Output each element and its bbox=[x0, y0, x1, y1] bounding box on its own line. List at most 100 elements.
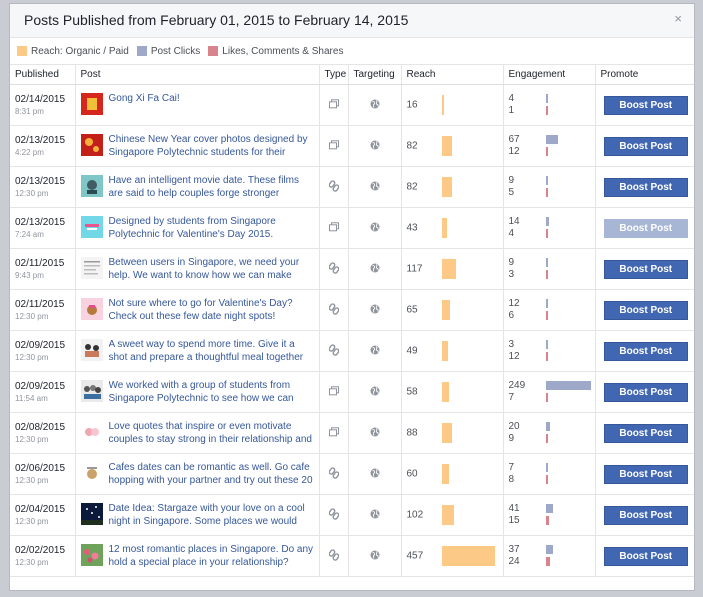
table-header-row: Published Post Type Targeting Reach Enga… bbox=[10, 65, 694, 85]
post-clicks-value: 4 bbox=[508, 93, 515, 104]
post-thumbnail[interactable] bbox=[80, 134, 103, 156]
boost-post-button[interactable]: Boost Post bbox=[603, 546, 688, 566]
boost-post-button[interactable]: Boost Post bbox=[603, 177, 688, 197]
post-text-link[interactable]: A sweet way to spend more time. Give it … bbox=[109, 338, 314, 364]
post-clicks-value: 41 bbox=[508, 503, 520, 514]
legend-item: Reach: Organic / Paid bbox=[17, 46, 129, 57]
published-cell: 02/04/2015 12:30 pm bbox=[10, 494, 76, 536]
publish-date: 02/11/2015 bbox=[15, 258, 65, 269]
close-icon[interactable]: × bbox=[674, 12, 682, 26]
post-clicks-bar bbox=[545, 135, 558, 144]
reach-cell: 457 bbox=[401, 535, 504, 577]
targeting-cell bbox=[348, 248, 402, 290]
post-thumbnail[interactable] bbox=[80, 421, 103, 443]
post-clicks-value: 9 bbox=[508, 257, 515, 268]
likes-value: 12 bbox=[508, 351, 520, 362]
publish-time: 12:30 pm bbox=[15, 189, 49, 198]
type-cell bbox=[319, 125, 349, 167]
post-thumbnail[interactable] bbox=[80, 175, 103, 197]
post-text-link[interactable]: Cafes dates can be romantic as well. Go … bbox=[109, 461, 314, 487]
link-type-icon bbox=[328, 466, 339, 479]
reach-bar bbox=[441, 95, 444, 115]
col-promote: Promote bbox=[595, 65, 694, 85]
reach-cell: 49 bbox=[401, 330, 504, 372]
boost-post-button[interactable]: Boost Post bbox=[603, 259, 688, 279]
post-text-link[interactable]: Love quotes that inspire or even motivat… bbox=[109, 420, 314, 446]
legend-swatch bbox=[17, 46, 27, 56]
published-cell: 02/13/2015 7:24 am bbox=[10, 207, 76, 249]
post-thumbnail[interactable] bbox=[80, 93, 103, 115]
reach-bar bbox=[441, 259, 456, 279]
reach-value: 82 bbox=[406, 181, 418, 193]
post-text-link[interactable]: We worked with a group of students from … bbox=[109, 379, 314, 405]
boost-post-button[interactable]: Boost Post bbox=[603, 464, 688, 484]
reach-cell: 58 bbox=[401, 371, 504, 413]
boost-post-button[interactable]: Boost Post bbox=[603, 423, 688, 443]
post-thumbnail[interactable] bbox=[80, 298, 103, 320]
boost-post-button[interactable]: Boost Post bbox=[603, 382, 688, 402]
published-cell: 02/13/2015 4:22 pm bbox=[10, 125, 76, 167]
type-cell bbox=[319, 371, 349, 413]
post-clicks-bar bbox=[545, 422, 550, 431]
reach-bar bbox=[441, 464, 449, 484]
post-thumbnail[interactable] bbox=[80, 216, 103, 238]
col-type[interactable]: Type bbox=[319, 65, 349, 85]
boost-post-button[interactable]: Boost Post bbox=[603, 95, 688, 115]
col-published[interactable]: Published bbox=[10, 65, 76, 85]
post-text-link[interactable]: Gong Xi Fa Cai! bbox=[109, 92, 180, 118]
engagement-cell: 20 9 bbox=[503, 412, 596, 454]
post-thumbnail[interactable] bbox=[80, 544, 103, 566]
col-reach[interactable]: Reach bbox=[401, 65, 504, 85]
post-cell: Designed by students from Singapore Poly… bbox=[75, 207, 320, 249]
type-cell bbox=[319, 535, 349, 577]
type-cell bbox=[319, 412, 349, 454]
boost-post-button[interactable]: Boost Post bbox=[603, 505, 688, 525]
boost-post-button[interactable]: Boost Post bbox=[603, 341, 688, 361]
post-text-link[interactable]: Have an intelligent movie date. These fi… bbox=[109, 174, 314, 200]
post-thumbnail[interactable] bbox=[80, 257, 103, 279]
post-clicks-value: 249 bbox=[508, 380, 526, 391]
publish-date: 02/06/2015 bbox=[15, 463, 66, 474]
reach-value: 49 bbox=[406, 345, 418, 357]
reach-bar bbox=[441, 136, 452, 156]
post-text-link[interactable]: 12 most romantic places in Singapore. Do… bbox=[109, 543, 314, 569]
link-type-icon bbox=[328, 507, 339, 520]
post-thumbnail[interactable] bbox=[80, 503, 103, 525]
reach-value: 65 bbox=[406, 304, 418, 316]
publish-time: 9:43 pm bbox=[15, 271, 44, 280]
post-clicks-value: 14 bbox=[508, 216, 520, 227]
post-thumbnail[interactable] bbox=[80, 380, 103, 402]
boost-post-button[interactable]: Boost Post bbox=[603, 136, 688, 156]
likes-bar bbox=[545, 147, 548, 156]
link-type-icon bbox=[328, 548, 339, 561]
likes-value: 3 bbox=[508, 269, 515, 280]
table-row: 02/11/2015 12:30 pm Not sure where to go f… bbox=[10, 289, 694, 331]
photo-type-icon bbox=[328, 221, 339, 232]
post-text-link[interactable]: Between users in Singapore, we need your… bbox=[109, 256, 314, 282]
table-row: 02/13/2015 7:24 am Designed by students fr… bbox=[10, 207, 694, 249]
photo-type-icon bbox=[328, 139, 339, 150]
post-text-link[interactable]: Not sure where to go for Valentine's Day… bbox=[109, 297, 314, 323]
post-text-link[interactable]: Chinese New Year cover photos designed b… bbox=[109, 133, 314, 159]
boost-post-button[interactable]: Boost Post bbox=[603, 218, 688, 238]
post-cell: Chinese New Year cover photos designed b… bbox=[75, 125, 320, 167]
post-thumbnail[interactable] bbox=[80, 462, 103, 484]
targeting-cell bbox=[348, 207, 402, 249]
targeting-cell bbox=[348, 371, 402, 413]
published-cell: 02/02/2015 12:30 pm bbox=[10, 535, 76, 577]
boost-post-button[interactable]: Boost Post bbox=[603, 300, 688, 320]
type-cell bbox=[319, 84, 349, 126]
engagement-cell: 249 7 bbox=[503, 371, 596, 413]
col-engagement[interactable]: Engagement bbox=[503, 65, 596, 85]
promote-cell: Boost Post bbox=[595, 453, 694, 495]
post-text-link[interactable]: Designed by students from Singapore Poly… bbox=[109, 215, 314, 241]
post-text-link[interactable]: Date Idea: Stargaze with your love on a … bbox=[109, 502, 314, 528]
publish-date: 02/09/2015 bbox=[15, 340, 66, 351]
post-thumbnail[interactable] bbox=[80, 339, 103, 361]
col-targeting: Targeting bbox=[348, 65, 402, 85]
engagement-cell: 37 24 bbox=[503, 535, 596, 577]
targeting-cell bbox=[348, 84, 402, 126]
published-cell: 02/11/2015 9:43 pm bbox=[10, 248, 76, 290]
publish-date: 02/14/2015 bbox=[15, 94, 66, 105]
post-cell: Between users in Singapore, we need your… bbox=[75, 248, 320, 290]
